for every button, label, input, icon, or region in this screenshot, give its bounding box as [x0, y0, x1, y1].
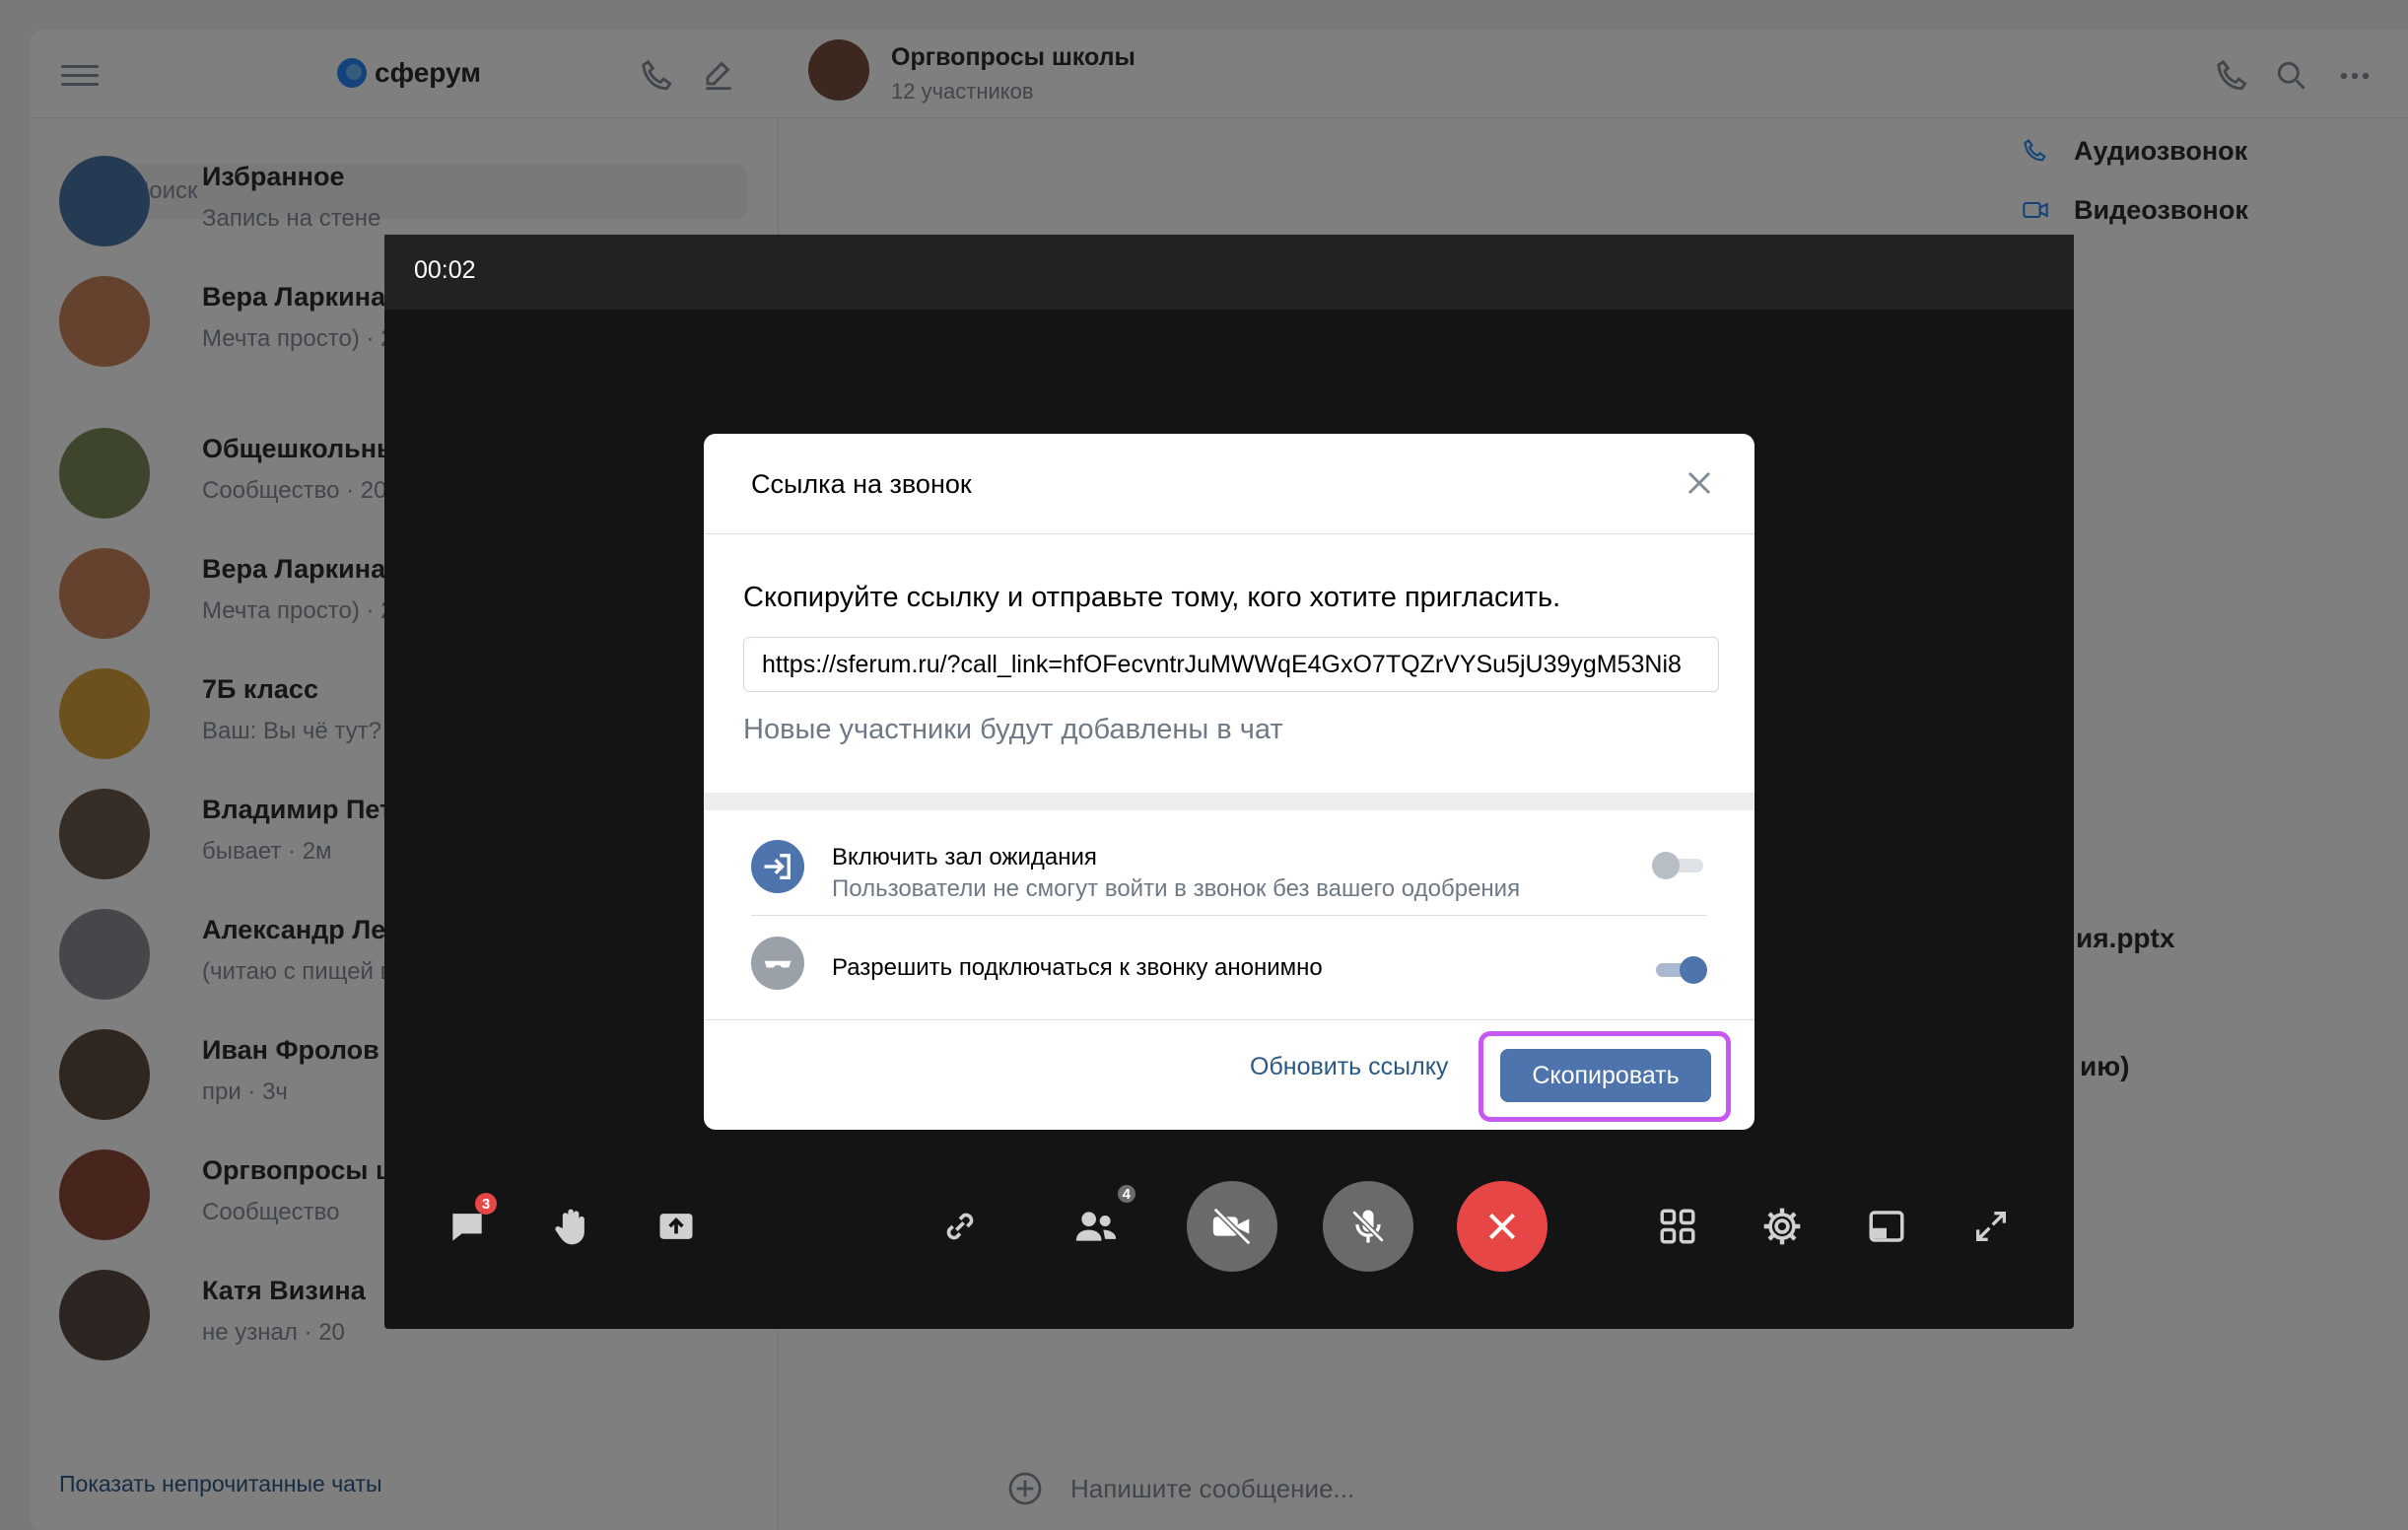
call-link-button[interactable]	[915, 1181, 1005, 1272]
grid-icon	[1660, 1209, 1695, 1244]
waiting-room-title: Включить зал ожидания	[832, 844, 1097, 870]
end-call-button[interactable]	[1457, 1181, 1548, 1272]
waiting-room-subtitle: Пользователи не смогут войти в звонок бе…	[832, 875, 1521, 902]
window-icon	[1869, 1211, 1904, 1242]
call-header: 00:02	[384, 235, 2074, 310]
microphone-off-icon	[1351, 1210, 1385, 1243]
share-screen-icon	[659, 1214, 693, 1239]
call-timer: 00:02	[414, 256, 476, 284]
call-link-dialog: Ссылка на звонок Скопируйте ссылку и отп…	[704, 434, 1754, 1130]
raise-hand-button[interactable]	[526, 1181, 617, 1272]
link-icon	[946, 1213, 974, 1240]
copy-link-button[interactable]: Скопировать	[1500, 1049, 1711, 1102]
participants-button[interactable]: 4	[1051, 1181, 1141, 1272]
expand-icon	[1976, 1212, 2006, 1241]
section-divider	[704, 793, 1754, 810]
dialog-note: Новые участники будут добавлены в чат	[743, 714, 1283, 745]
fullscreen-button[interactable]	[1946, 1181, 2036, 1272]
hand-icon	[555, 1209, 585, 1245]
participants-badge: 4	[1115, 1183, 1137, 1205]
enter-icon	[751, 840, 804, 893]
anonymous-join-title: Разрешить подключаться к звонку анонимно	[832, 954, 1323, 981]
participants-icon	[1075, 1212, 1117, 1241]
camera-toggle-button[interactable]	[1187, 1181, 1277, 1272]
waiting-room-toggle[interactable]	[1652, 850, 1707, 881]
anonymous-join-option[interactable]: Разрешить подключаться к звонку анонимно	[751, 921, 1707, 1019]
microphone-toggle-button[interactable]	[1323, 1181, 1413, 1272]
share-screen-button[interactable]	[631, 1181, 722, 1272]
chat-control-button[interactable]: 3	[422, 1181, 513, 1272]
dialog-header: Ссылка на звонок	[704, 434, 1754, 534]
close-icon[interactable]	[1680, 463, 1719, 503]
settings-button[interactable]	[1737, 1181, 1827, 1272]
anonymous-join-toggle[interactable]	[1652, 954, 1707, 986]
refresh-link-button[interactable]: Обновить ссылку	[1250, 1053, 1448, 1081]
dialog-title: Ссылка на звонок	[751, 469, 972, 499]
option-divider	[751, 915, 1707, 916]
picture-in-picture-button[interactable]	[1841, 1181, 1932, 1272]
footer-divider	[704, 1019, 1754, 1020]
anonymous-mask-icon	[751, 937, 804, 990]
waiting-room-option[interactable]: Включить зал ожидания Пользователи не см…	[751, 824, 1707, 923]
grid-view-button[interactable]	[1632, 1181, 1723, 1272]
call-link-field[interactable]	[743, 637, 1719, 692]
camera-off-icon	[1212, 1207, 1252, 1246]
gear-icon	[1763, 1208, 1801, 1245]
close-icon	[1488, 1213, 1516, 1240]
chat-badge: 3	[475, 1193, 497, 1215]
dialog-instruction: Скопируйте ссылку и отправьте тому, кого…	[743, 582, 1561, 613]
